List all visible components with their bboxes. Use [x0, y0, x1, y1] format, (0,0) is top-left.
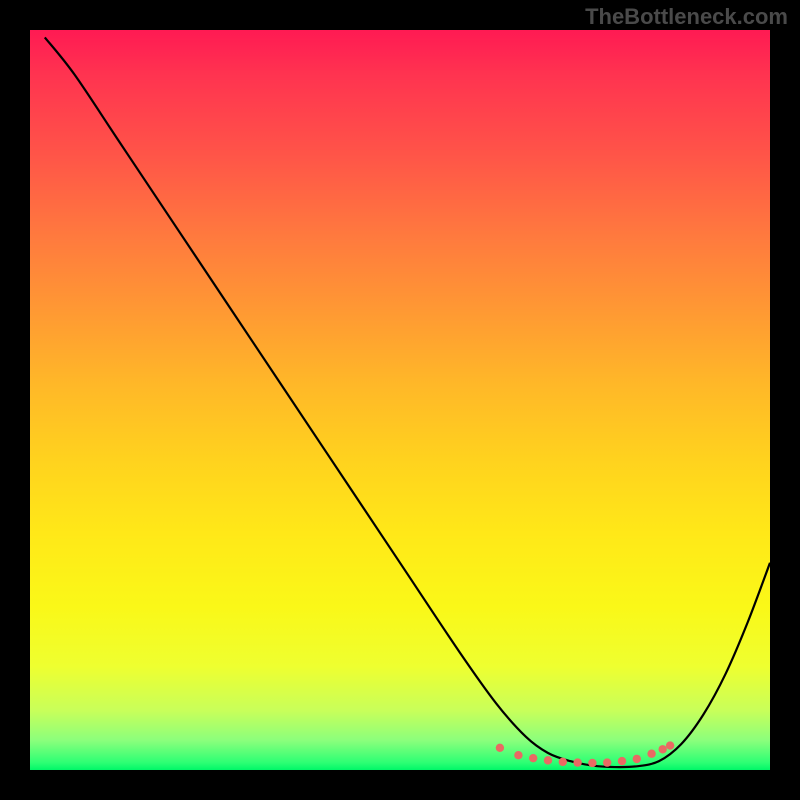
highlight-dot [559, 758, 567, 766]
chart-svg [30, 30, 770, 770]
highlight-dot [544, 756, 552, 764]
highlight-dot [666, 741, 674, 749]
highlight-dot [618, 757, 626, 765]
attribution-text: TheBottleneck.com [585, 4, 788, 30]
highlight-dot [588, 759, 596, 767]
highlight-dot [514, 751, 522, 759]
highlight-dot [603, 758, 611, 766]
highlight-dot [647, 750, 655, 758]
highlight-dot [529, 754, 537, 762]
highlight-dot [633, 755, 641, 763]
highlight-dot [573, 758, 581, 766]
highlight-dots [496, 741, 675, 767]
chart-plot-area [30, 30, 770, 770]
highlight-dot [659, 745, 667, 753]
bottleneck-curve [45, 37, 770, 767]
highlight-dot [496, 744, 504, 752]
